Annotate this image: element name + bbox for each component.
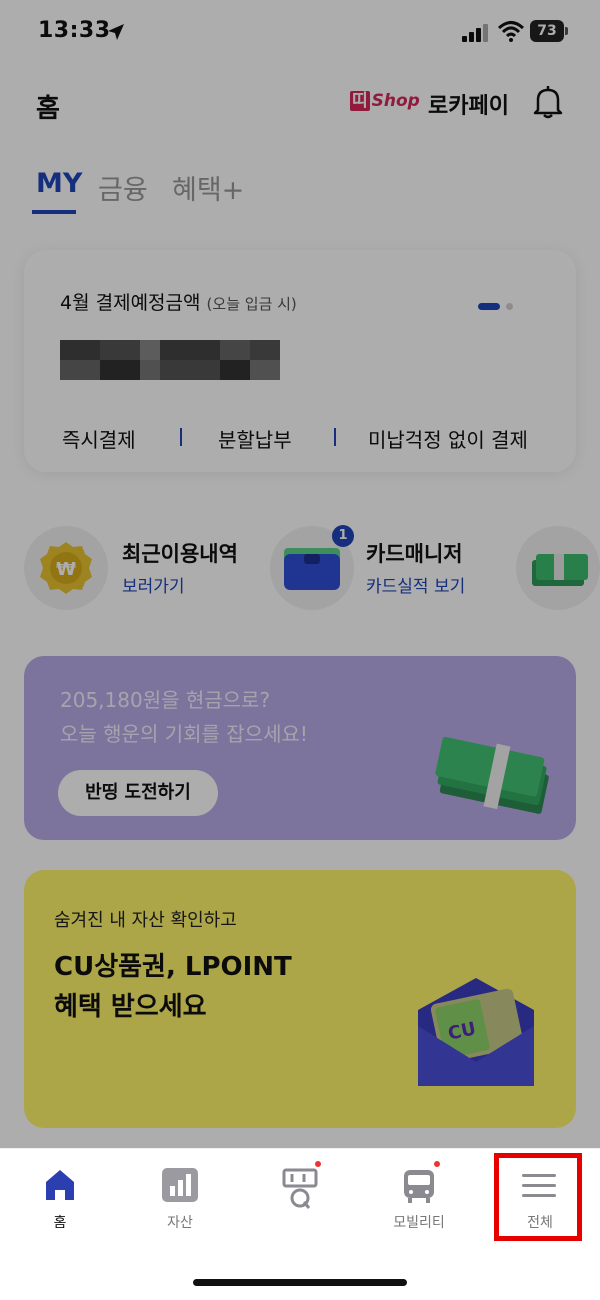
active-tab-underline: [32, 210, 76, 214]
notification-badge: 1: [332, 525, 354, 547]
banner-cu-subtitle: 숨겨진 내 자산 확인하고: [54, 910, 237, 931]
locapay-button[interactable]: 로카페이: [428, 88, 509, 120]
tab-my[interactable]: MY: [36, 168, 82, 199]
installment-button[interactable]: 분할납부: [218, 424, 292, 453]
page-title: 홈: [36, 94, 60, 124]
instant-pay-button[interactable]: 즉시결제: [62, 424, 136, 453]
cash-bundle-icon: [435, 736, 549, 814]
cash-shortcut-icon-wrap[interactable]: [516, 526, 600, 610]
banner-cu-title-line1: CU상품권, LPOINT: [54, 952, 292, 982]
new-dot: [315, 1161, 321, 1167]
carousel-dots: [478, 295, 513, 314]
new-dot: [434, 1161, 440, 1167]
banner-cu-title-line2: 혜택 받으세요: [54, 992, 207, 1022]
ddi-q-icon[interactable]: [282, 1166, 318, 1210]
chart-icon[interactable]: [162, 1168, 198, 1202]
signal-icon: [462, 24, 488, 42]
recent-usage-title[interactable]: 최근이용내역: [122, 538, 238, 568]
card-manager-title[interactable]: 카드매니저: [366, 538, 463, 568]
shop-logo-text: Shop: [371, 91, 420, 111]
cash-stack-icon: [532, 554, 588, 586]
hidden-amount: [60, 340, 280, 380]
separator: [180, 428, 182, 446]
highlight-box: [494, 1153, 582, 1241]
battery-tip: [565, 27, 568, 35]
payment-subtitle: (오늘 입금 시): [206, 295, 297, 313]
dot-active: [478, 303, 500, 310]
challenge-button[interactable]: 반띵 도전하기: [58, 770, 218, 816]
tab-benefits[interactable]: 혜택+: [172, 168, 244, 207]
location-arrow-icon: [108, 24, 124, 40]
no-overdue-pay-button[interactable]: 미납걱정 없이 결제: [368, 424, 528, 453]
shop-logo-mark: 띠: [350, 91, 370, 111]
nav-home-label[interactable]: 홈: [10, 1212, 110, 1232]
home-icon[interactable]: [44, 1168, 76, 1202]
battery-indicator: 73: [530, 20, 564, 42]
home-indicator: [193, 1279, 407, 1286]
ddi-shop-button[interactable]: 띠 Shop: [350, 86, 420, 111]
nav-mobility-label[interactable]: 모빌리티: [369, 1212, 469, 1232]
nav-assets-label[interactable]: 자산: [130, 1212, 230, 1232]
won-coin-icon: ₩: [40, 542, 92, 594]
recent-usage-icon-wrap[interactable]: ₩: [24, 526, 108, 610]
envelope-voucher-icon: CU: [418, 978, 534, 1086]
wifi-icon: [498, 21, 524, 42]
tab-finance[interactable]: 금융: [98, 168, 148, 207]
banner-cash-line1: 205,180원을 현금으로?: [60, 688, 271, 712]
bell-icon[interactable]: [530, 84, 566, 120]
status-time: 13:33: [38, 18, 111, 43]
svg-text:₩: ₩: [56, 559, 76, 580]
bus-icon[interactable]: [402, 1168, 436, 1204]
banner-cash-line2: 오늘 행운의 기회를 잡으세요!: [60, 722, 308, 746]
payment-title-text: 4월 결제예정금액: [60, 292, 201, 314]
card-manager-link[interactable]: 카드실적 보기: [366, 572, 465, 597]
payment-title: 4월 결제예정금액 (오늘 입금 시): [60, 288, 297, 315]
recent-usage-link[interactable]: 보러가기: [122, 572, 185, 597]
dot: [506, 303, 513, 310]
separator: [334, 428, 336, 446]
